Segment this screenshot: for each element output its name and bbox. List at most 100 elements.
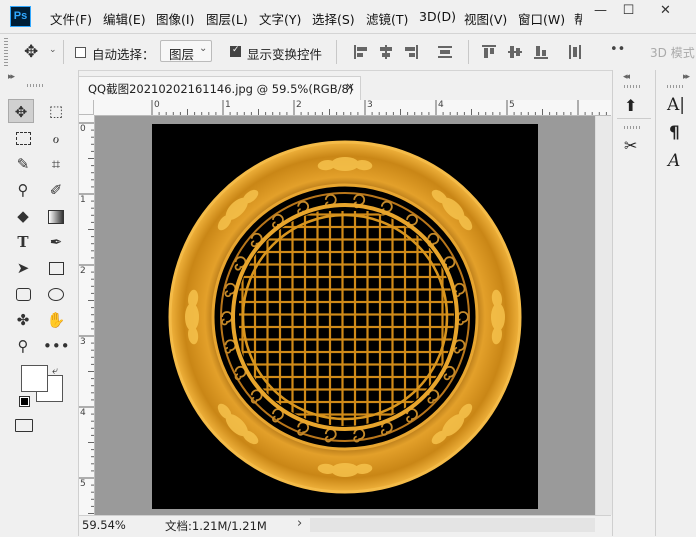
ruler-label: 4 [80,408,86,418]
ruler-label: 0 [154,100,160,110]
panel-grip[interactable] [624,126,642,129]
document-size-info: 文档:1.21M/1.21M [165,519,267,533]
custom-shape-tool-icon[interactable]: ✤ [10,308,36,332]
horizontal-ruler[interactable]: 0 1 2 3 4 5 [94,100,611,116]
type-tool-icon[interactable]: T [10,230,36,254]
auto-select-label: 自动选择： [92,47,155,62]
paragraph-panel-icon[interactable]: ¶ [669,123,680,143]
show-transform-label: 显示变换控件 [247,47,323,62]
align-hcenter-icon[interactable] [379,45,393,59]
close-tab-icon[interactable]: × [345,80,355,94]
more-options-icon[interactable]: •• [610,42,625,57]
menu-edit[interactable]: 编辑(E) [103,9,146,28]
menu-help[interactable]: 帮 [574,9,582,28]
canvas-pasteboard[interactable] [95,116,595,515]
document-tab-title: QQ截图20210202161146.jpg @ 59.5%(RGB/8) [88,82,354,96]
character-panel-icon[interactable]: A| [667,95,685,115]
panel-grip[interactable] [27,84,45,87]
zoom-level[interactable]: 59.54% [82,518,126,532]
lasso-tool-icon[interactable]: ℴ [43,126,69,150]
move-tool-icon[interactable]: ✥ [8,99,34,123]
side-panel-dock: ◂◂ ⬆ ✂ [612,70,655,536]
ruler-label: 4 [438,100,444,110]
menu-select[interactable]: 选择(S) [312,9,355,28]
clone-source-icon[interactable]: ⬆ [624,96,637,115]
brush-tool-icon[interactable]: ✐ [43,178,69,202]
chevron-down-icon[interactable]: ⌄ [49,45,57,55]
show-transform-checkbox[interactable] [230,45,241,57]
menu-image[interactable]: 图像(I) [156,9,194,28]
ruler-label: 1 [80,195,86,205]
close-button[interactable]: ✕ [650,0,681,22]
eyedropper-tool-icon[interactable]: ⚲ [10,178,36,202]
3d-mode-label[interactable]: 3D 模式 [650,44,695,61]
gradient-tool-icon[interactable] [43,204,69,228]
menu-layer[interactable]: 图层(L) [206,9,248,28]
quick-mask-icon[interactable] [15,419,33,432]
hand-tool-icon[interactable]: ✋ [43,308,69,332]
restore-button[interactable]: ☐ [613,0,644,22]
character-panel-dock: ▸▸ A| ¶ A [655,70,696,536]
menu-view[interactable]: 视图(V) [464,9,507,28]
menu-window[interactable]: 窗口(W) [518,9,565,28]
status-bar: 59.54% 文档:1.21M/1.21M › [79,515,611,537]
menu-bar: Ps 文件(F) 编辑(E) 图像(I) 图层(L) 文字(Y) 选择(S) 滤… [0,0,696,34]
photoshop-logo: Ps [10,6,31,27]
vertical-ruler[interactable]: 0 1 2 3 4 5 [79,115,95,515]
horizontal-ruler-ticks [151,100,607,115]
menu-file[interactable]: 文件(F) [50,9,92,28]
default-colors-icon[interactable] [19,396,30,407]
auto-select-checkbox[interactable] [75,47,86,58]
panel-grip[interactable] [667,85,685,88]
path-selection-tool-icon[interactable]: ➤ [10,256,36,280]
panel-grip[interactable] [624,85,642,88]
ruler-label: 3 [367,100,373,110]
auto-select-target-dropdown[interactable]: 图层 ⌄ [160,40,212,62]
ruler-label: 2 [80,266,86,276]
chevron-down-icon: ⌄ [199,43,208,54]
artboard-tool-icon[interactable]: ⬚ [43,99,69,123]
rectangle-tool-icon[interactable] [43,256,69,280]
magic-wand-tool-icon[interactable]: ✎ [10,152,36,176]
foreground-color-swatch[interactable] [21,365,48,392]
glyphs-panel-icon[interactable]: A [668,151,680,171]
ellipse-tool-icon[interactable] [43,282,69,306]
document-tab[interactable]: QQ截图20210202161146.jpg @ 59.5%(RGB/8) × [79,76,361,101]
align-vcenter-icon[interactable] [508,45,522,59]
crop-tool-icon[interactable]: ⌗ [43,152,69,176]
ruler-label: 5 [80,479,86,489]
eraser-tool-icon[interactable]: ◆ [10,204,36,228]
more-tools-icon[interactable]: ••• [43,334,70,358]
ruler-label: 1 [225,100,231,110]
vertical-scrollbar[interactable] [595,116,612,515]
menu-type[interactable]: 文字(Y) [259,9,301,28]
distribute-horizontal-icon[interactable] [568,45,582,59]
menu-3d[interactable]: 3D(D) [419,9,456,24]
collapse-arrows-icon[interactable]: ▸▸ [8,72,15,82]
options-grip[interactable] [4,38,8,66]
distribute-vertical-icon[interactable] [438,45,452,59]
swap-colors-icon[interactable]: ⤶ [52,364,58,378]
move-tool-icon[interactable]: ✥ [24,42,38,62]
rounded-rect-tool-icon[interactable] [10,282,36,306]
ruler-label: 2 [296,100,302,110]
align-bottom-icon[interactable] [534,45,548,59]
tool-presets-icon[interactable]: ✂ [624,136,637,155]
document-canvas[interactable] [152,124,538,509]
minimize-button[interactable]: — [585,0,616,22]
menu-filter[interactable]: 滤镜(T) [366,9,408,28]
align-right-icon[interactable] [404,45,418,59]
align-top-icon[interactable] [482,45,496,59]
horizontal-scrollbar[interactable] [310,518,595,532]
zoom-tool-icon[interactable]: ⚲ [10,334,36,358]
marquee-tool-icon[interactable] [10,126,36,150]
collapse-arrows-icon[interactable]: ▸▸ [683,72,690,82]
ruler-origin[interactable] [79,100,94,115]
status-menu-arrow[interactable]: › [297,516,302,531]
align-left-icon[interactable] [354,45,368,59]
collapse-arrows-icon[interactable]: ◂◂ [623,72,630,82]
pen-tool-icon[interactable]: ✒ [43,230,69,254]
ruler-label: 0 [80,124,86,134]
document-tab-bar: QQ截图20210202161146.jpg @ 59.5%(RGB/8) × [79,76,611,101]
ruler-label: 3 [80,337,86,347]
